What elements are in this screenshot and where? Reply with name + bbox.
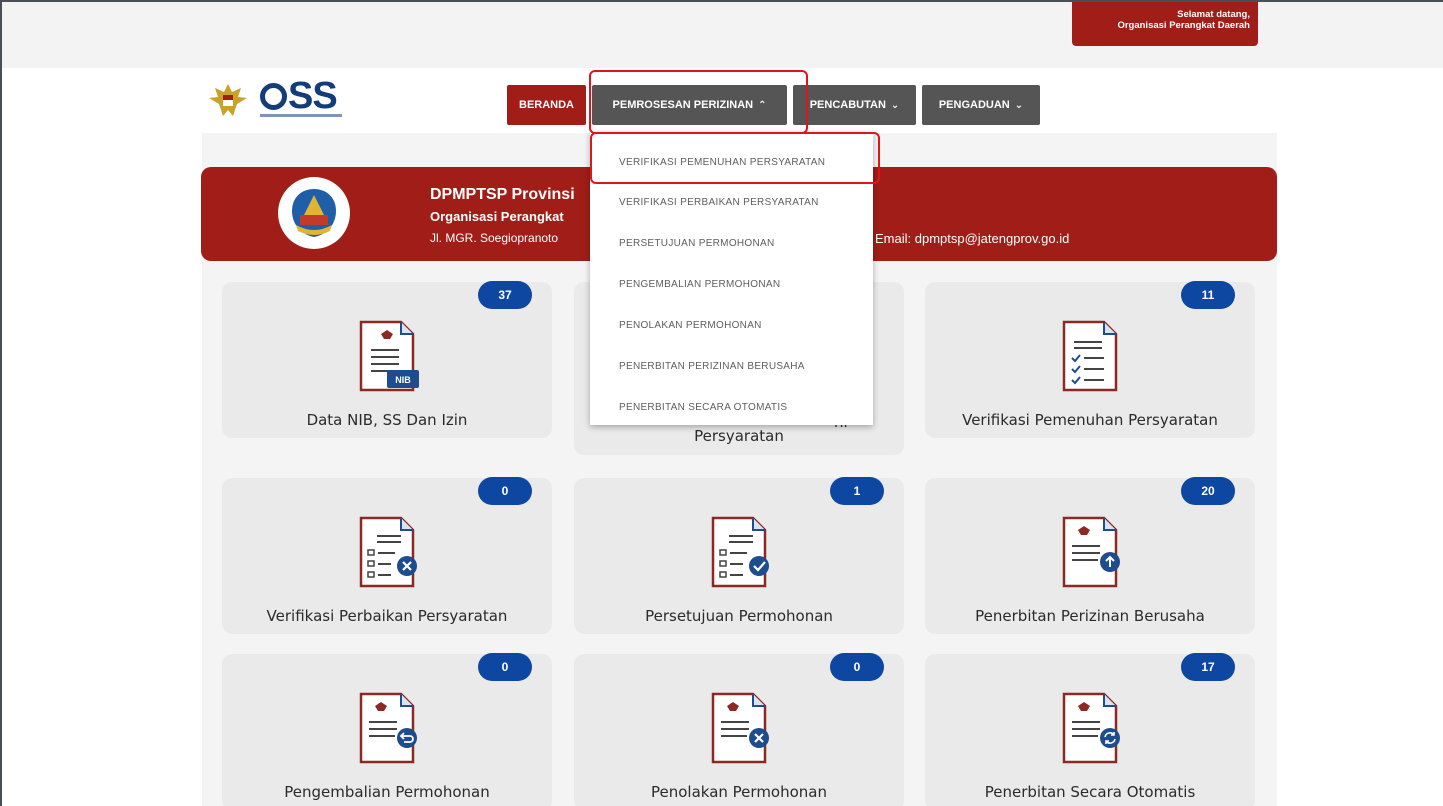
card-label: Verifikasi Pemenuhan Persyaratan — [962, 411, 1218, 429]
count-badge: 0 — [478, 477, 532, 505]
card-pengembalian[interactable]: 0 Pengembalian Permohonan — [222, 653, 552, 806]
card-verifikasi-perbaikan[interactable]: 0 Verifikasi Perbaikan Persyaratan — [222, 477, 552, 634]
card-label: Persetujuan Permohonan — [645, 607, 833, 625]
count-badge: 20 — [1181, 477, 1235, 505]
card-penerbitan-perizinan[interactable]: 20 Penerbitan Perizinan Berusaha — [925, 477, 1255, 634]
nav-pencabutan[interactable]: PENCABUTAN ⌄ — [793, 85, 916, 125]
province-seal-icon — [278, 177, 350, 249]
count-badge: 37 — [478, 281, 532, 309]
document-upload-icon — [1062, 516, 1120, 588]
document-refresh-icon — [1062, 692, 1120, 764]
pemrosesan-dropdown-menu: VERIFIKASI PEMENUHAN PERSYARATAN VERIFIK… — [590, 132, 873, 425]
card-label: Penolakan Permohonan — [651, 783, 827, 801]
welcome-user: Organisasi Perangkat Daerah — [1117, 20, 1250, 31]
card-verifikasi-pemenuhan[interactable]: 11 Verifikasi Pemenuhan Persyaratan — [925, 281, 1255, 438]
oss-logo[interactable]: SS — [260, 76, 338, 116]
checklist-document-icon — [1062, 320, 1118, 392]
count-badge: 1 — [830, 477, 884, 505]
card-penolakan[interactable]: 0 Penolakan Permohonan — [574, 653, 904, 806]
menu-item-penolakan[interactable]: PENOLAKAN PERMOHONAN — [590, 305, 873, 346]
count-badge: 0 — [478, 653, 532, 681]
menu-item-persetujuan[interactable]: PERSETUJUAN PERMOHONAN — [590, 223, 873, 264]
card-label: Penerbitan Perizinan Berusaha — [975, 607, 1205, 625]
card-penerbitan-otomatis[interactable]: 17 Penerbitan Secara Otomatis — [925, 653, 1255, 806]
nav-pengaduan[interactable]: PENGADUAN ⌄ — [922, 85, 1040, 125]
agency-email: Email: dpmptsp@jatengprov.go.id — [875, 231, 1070, 246]
menu-item-penerbitan-perizinan[interactable]: PENERBITAN PERIZINAN BERUSAHA — [590, 346, 873, 387]
welcome-box[interactable]: Selamat datang, Organisasi Perangkat Dae… — [1072, 2, 1258, 46]
agency-address: Jl. MGR. Soegiopranoto — [430, 231, 559, 245]
garuda-emblem-icon — [209, 84, 247, 116]
card-label: Penerbitan Secara Otomatis — [984, 783, 1196, 801]
chevron-down-icon: ⌄ — [1014, 99, 1024, 111]
card-persetujuan[interactable]: 1 Persetujuan Permohonan — [574, 477, 904, 634]
oss-logo-subtitle — [260, 114, 342, 117]
menu-item-verifikasi-perbaikan[interactable]: VERIFIKASI PERBAIKAN PERSYARATAN — [590, 182, 873, 223]
nav-beranda[interactable]: BERANDA — [507, 85, 586, 125]
agency-title: DPMPTSP Provinsi — [430, 186, 575, 203]
card-label: Verifikasi Perbaikan Persyaratan — [266, 607, 508, 625]
nib-tag-text: NIB — [395, 375, 411, 385]
document-return-icon — [359, 692, 417, 764]
card-label-line2: Persyaratan — [694, 427, 784, 445]
chevron-down-icon: ⌄ — [890, 99, 900, 111]
nav-pemrosesan-perizinan[interactable]: PEMROSESAN PERIZINAN ⌃ — [592, 85, 787, 125]
agency-subtitle: Organisasi Perangkat — [430, 209, 564, 224]
count-badge: 0 — [830, 653, 884, 681]
document-reject-icon — [359, 516, 417, 588]
count-badge: 17 — [1181, 653, 1235, 681]
chevron-up-icon: ⌃ — [758, 99, 767, 111]
card-label: Data NIB, SS Dan Izin — [306, 411, 468, 429]
card-data-nib[interactable]: 37 NIB Data NIB, SS Dan Izin — [222, 281, 552, 438]
count-badge: 11 — [1181, 281, 1235, 309]
menu-item-penerbitan-otomatis[interactable]: PENERBITAN SECARA OTOMATIS — [590, 387, 873, 428]
welcome-greeting: Selamat datang, — [1177, 9, 1250, 20]
menu-item-verifikasi-pemenuhan[interactable]: VERIFIKASI PEMENUHAN PERSYARATAN — [590, 142, 873, 182]
document-approve-icon — [711, 516, 769, 588]
menu-item-pengembalian[interactable]: PENGEMBALIAN PERMOHONAN — [590, 264, 873, 305]
card-label: Pengembalian Permohonan — [284, 783, 490, 801]
document-nib-icon: NIB — [359, 320, 419, 392]
app-window: Selamat datang, Organisasi Perangkat Dae… — [0, 0, 1443, 806]
document-cancel-icon — [711, 692, 769, 764]
